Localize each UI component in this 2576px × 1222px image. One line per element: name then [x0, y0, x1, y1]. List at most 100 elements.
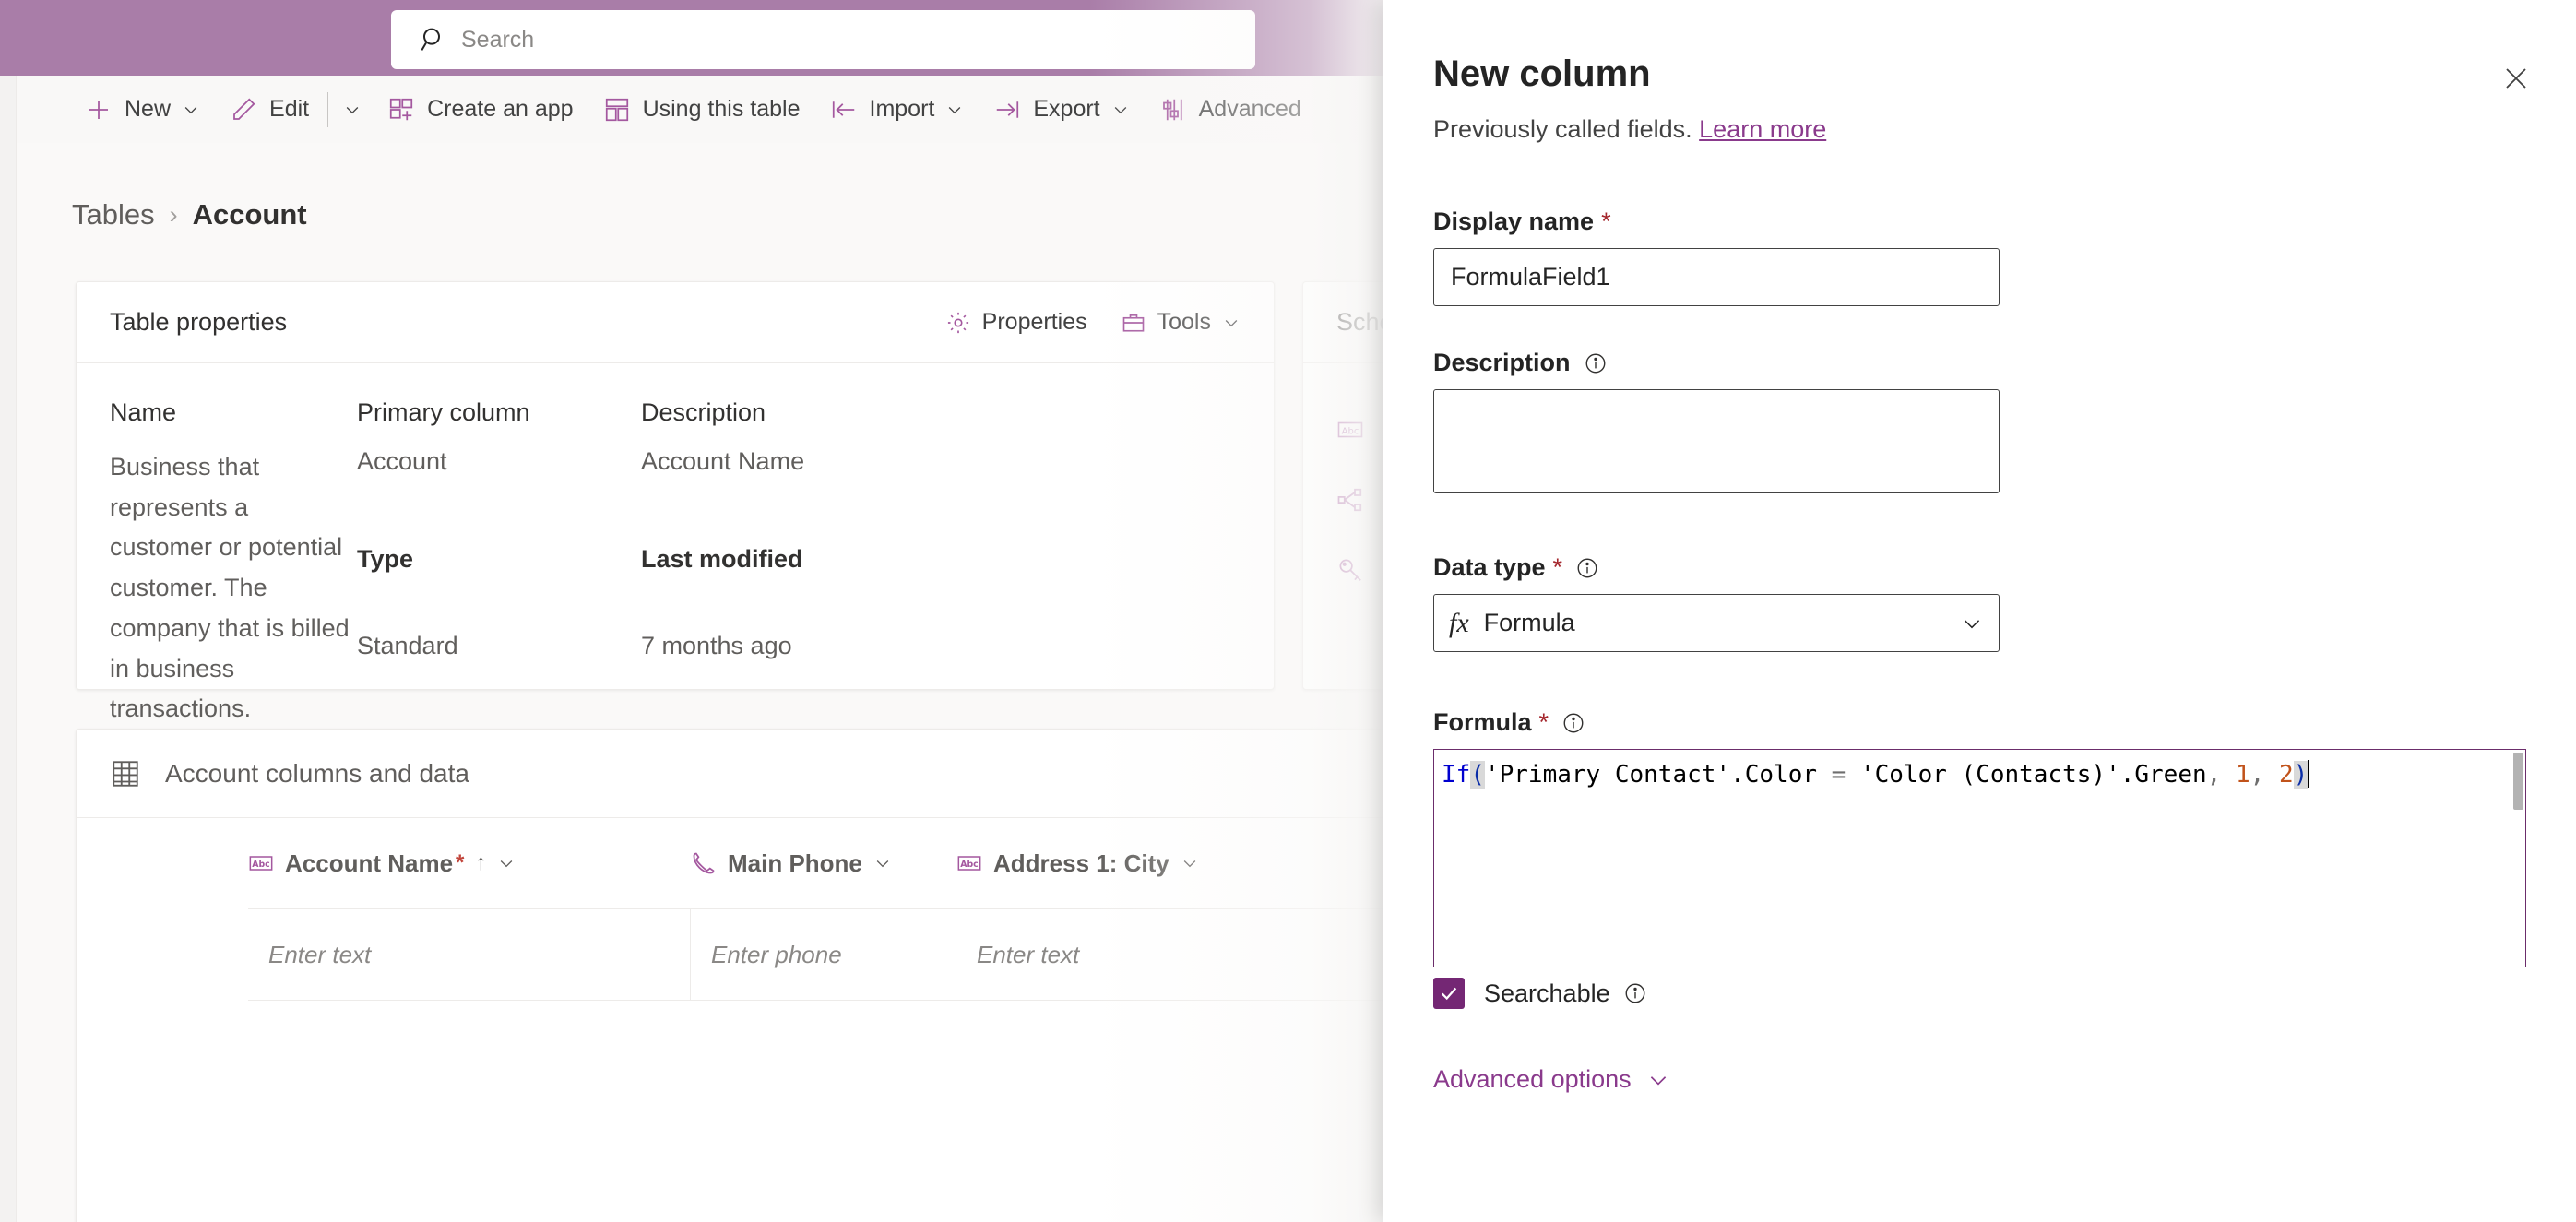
formula-token-5: , [2206, 761, 2222, 789]
prop-value-description: Business that represents a customer or p… [110, 453, 350, 723]
prop-label-name: Name [110, 398, 177, 426]
chevron-down-icon[interactable] [1111, 101, 1130, 119]
cmd-edit-menu[interactable] [332, 76, 373, 143]
cmd-edit-label: Edit [269, 96, 310, 122]
prop-label-description: Description [641, 398, 766, 426]
formula-scrollbar-thumb[interactable] [2513, 753, 2523, 810]
grid-cell-account-name[interactable]: Enter text [248, 909, 691, 1000]
svg-text:Abc: Abc [1342, 426, 1359, 436]
formula-expression: If('Primary Contact'.Color = 'Color (Con… [1442, 759, 2310, 790]
key-icon [1336, 556, 1364, 584]
panel-subtitle-text: Previously called fields. [1433, 115, 1692, 143]
cmd-edit[interactable]: Edit [215, 76, 324, 143]
chevron-down-icon[interactable] [1181, 854, 1199, 872]
prop-label-type: Type [357, 545, 414, 574]
chevron-down-icon[interactable] [873, 854, 892, 872]
prop-label-primary-column: Primary column [357, 398, 530, 426]
properties-button-label: Properties [981, 309, 1087, 335]
abc-icon: Abc [956, 850, 982, 876]
cmd-new-label: New [125, 96, 172, 122]
formula-token-11: ) [2293, 761, 2309, 789]
grid-header-main-phone-label: Main Phone [728, 848, 862, 877]
search-placeholder: Search [461, 26, 535, 53]
formula-token-6 [2221, 761, 2236, 789]
phone-icon [691, 850, 717, 876]
using-table-icon [603, 96, 631, 124]
chevron-down-icon[interactable] [1646, 1068, 1670, 1092]
info-icon[interactable] [1623, 981, 1647, 1005]
search-box[interactable]: Search [391, 10, 1255, 69]
learn-more-link[interactable]: Learn more [1699, 115, 1826, 143]
grid-header-account-name[interactable]: Abc Account Name * ↑ [248, 849, 691, 878]
sort-ascending-icon[interactable]: ↑ [475, 850, 486, 876]
cmd-import[interactable]: Import [815, 76, 979, 143]
close-icon[interactable] [2491, 53, 2541, 103]
searchable-checkbox[interactable] [1433, 978, 1465, 1009]
fx-icon: fx [1449, 607, 1469, 638]
abc-icon: Abc [1336, 416, 1364, 444]
chevron-down-icon[interactable] [945, 101, 964, 119]
breadcrumb-root[interactable]: Tables [72, 198, 155, 231]
command-separator [327, 91, 329, 127]
info-icon[interactable] [1584, 351, 1608, 375]
data-type-label-row: Data type * [1433, 553, 2526, 582]
cmd-using-this-table-label: Using this table [642, 96, 801, 122]
gear-icon [945, 310, 971, 336]
searchable-label: Searchable [1484, 979, 1610, 1007]
data-type-dropdown[interactable]: fx Formula [1433, 594, 2000, 652]
grid-cell-address-1-city[interactable]: Enter text [956, 909, 1418, 1000]
chevron-down-icon[interactable] [343, 101, 362, 119]
description-textarea[interactable] [1433, 389, 2000, 493]
properties-button[interactable]: Properties [945, 309, 1087, 336]
cmd-new[interactable]: New [70, 76, 215, 143]
pencil-icon [230, 96, 257, 124]
display-name-input[interactable] [1433, 248, 2000, 306]
chevron-down-icon[interactable] [497, 854, 516, 872]
table-properties-header: Table properties Properties Tools [77, 282, 1274, 363]
data-type-label: Data type [1433, 553, 1546, 581]
advanced-icon [1159, 96, 1187, 124]
prop-label-last-modified: Last modified [641, 545, 803, 574]
grid-header-main-phone[interactable]: Main Phone [691, 849, 956, 878]
info-icon[interactable] [1561, 711, 1585, 735]
create-app-icon [387, 96, 415, 124]
new-column-panel: New column Previously called fields. Lea… [1383, 0, 2576, 1222]
chevron-down-icon[interactable] [182, 101, 200, 119]
account-columns-and-data-title: Account columns and data [165, 758, 469, 788]
breadcrumb: Tables › Account [72, 198, 307, 231]
formula-token-3: = [1831, 761, 1846, 789]
grid-header-address-1-city[interactable]: Abc Address 1: City [956, 849, 1418, 878]
tools-button[interactable]: Tools [1121, 309, 1241, 336]
display-name-label-row: Display name * [1433, 208, 2526, 236]
relationships-icon [1336, 486, 1364, 514]
chevron-down-icon[interactable] [1960, 611, 1984, 635]
table-properties-actions: Properties Tools [912, 309, 1241, 336]
advanced-options-field: Advanced options [1433, 1065, 2526, 1094]
grid-cell-main-phone[interactable]: Enter phone [691, 909, 956, 1000]
cmd-export[interactable]: Export [979, 76, 1144, 143]
data-type-selected-value: Formula [1483, 609, 1575, 636]
formula-token-1: ( [1470, 761, 1485, 789]
formula-scrollbar[interactable] [2511, 750, 2525, 967]
formula-editor[interactable]: If('Primary Contact'.Color = 'Color (Con… [1433, 749, 2526, 967]
search-icon [419, 25, 448, 54]
cmd-create-an-app[interactable]: Create an app [373, 76, 588, 143]
cmd-advanced[interactable]: Advanced [1145, 76, 1316, 143]
screen-root: Search New Edit Create an app Using this… [0, 0, 2576, 1222]
grid-icon [110, 758, 141, 789]
chevron-down-icon[interactable] [1222, 314, 1241, 332]
info-icon[interactable] [1575, 556, 1599, 580]
cmd-using-this-table[interactable]: Using this table [588, 76, 815, 143]
advanced-options-toggle[interactable]: Advanced options [1433, 1065, 1670, 1094]
text-cursor [2308, 760, 2310, 788]
formula-token-4: 'Color (Contacts)'.Green [1846, 761, 2207, 789]
formula-token-2: 'Primary Contact'.Color [1484, 761, 1832, 789]
svg-text:Abc: Abc [252, 860, 269, 870]
display-name-label: Display name [1433, 208, 1595, 235]
formula-label-row: Formula * [1433, 708, 2526, 737]
formula-token-9 [2264, 761, 2279, 789]
required-asterisk: * [456, 850, 465, 875]
cmd-export-label: Export [1033, 96, 1100, 122]
formula-token-10: 2 [2278, 761, 2294, 789]
prop-value-name: Account [357, 447, 447, 475]
